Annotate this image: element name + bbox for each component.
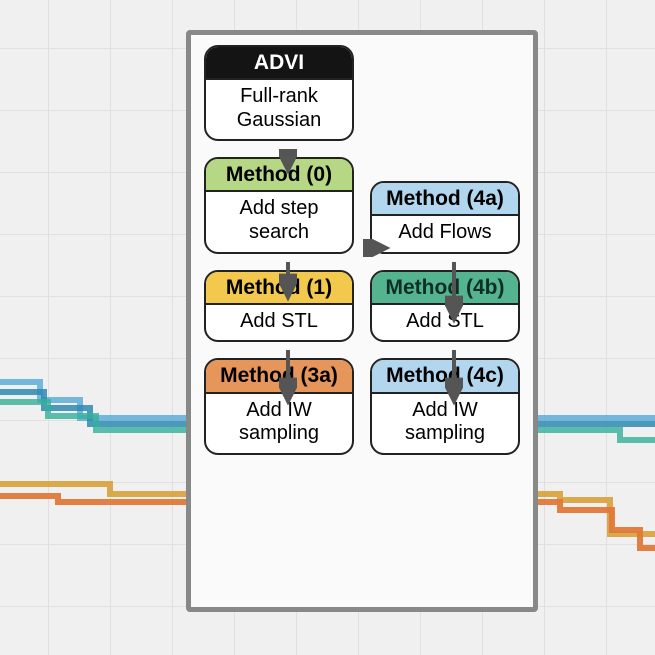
node-advi: ADVI Full-rank Gaussian bbox=[204, 45, 354, 141]
node-m4a-head: Method (4a) bbox=[372, 183, 518, 216]
node-m4a-body: Add Flows bbox=[372, 216, 518, 252]
node-advi-head: ADVI bbox=[206, 47, 352, 80]
node-advi-body: Full-rank Gaussian bbox=[206, 80, 352, 139]
diagram-panel: ADVI Full-rank Gaussian Method (0) Add s… bbox=[186, 30, 538, 612]
node-m0-body: Add step search bbox=[206, 192, 352, 251]
right-column: Method (4a) Add Flows Method (4b) Add ST… bbox=[369, 45, 521, 595]
left-column: ADVI Full-rank Gaussian Method (0) Add s… bbox=[203, 45, 355, 595]
node-m1-body: Add STL bbox=[206, 305, 352, 341]
node-method-4a: Method (4a) Add Flows bbox=[370, 181, 520, 254]
